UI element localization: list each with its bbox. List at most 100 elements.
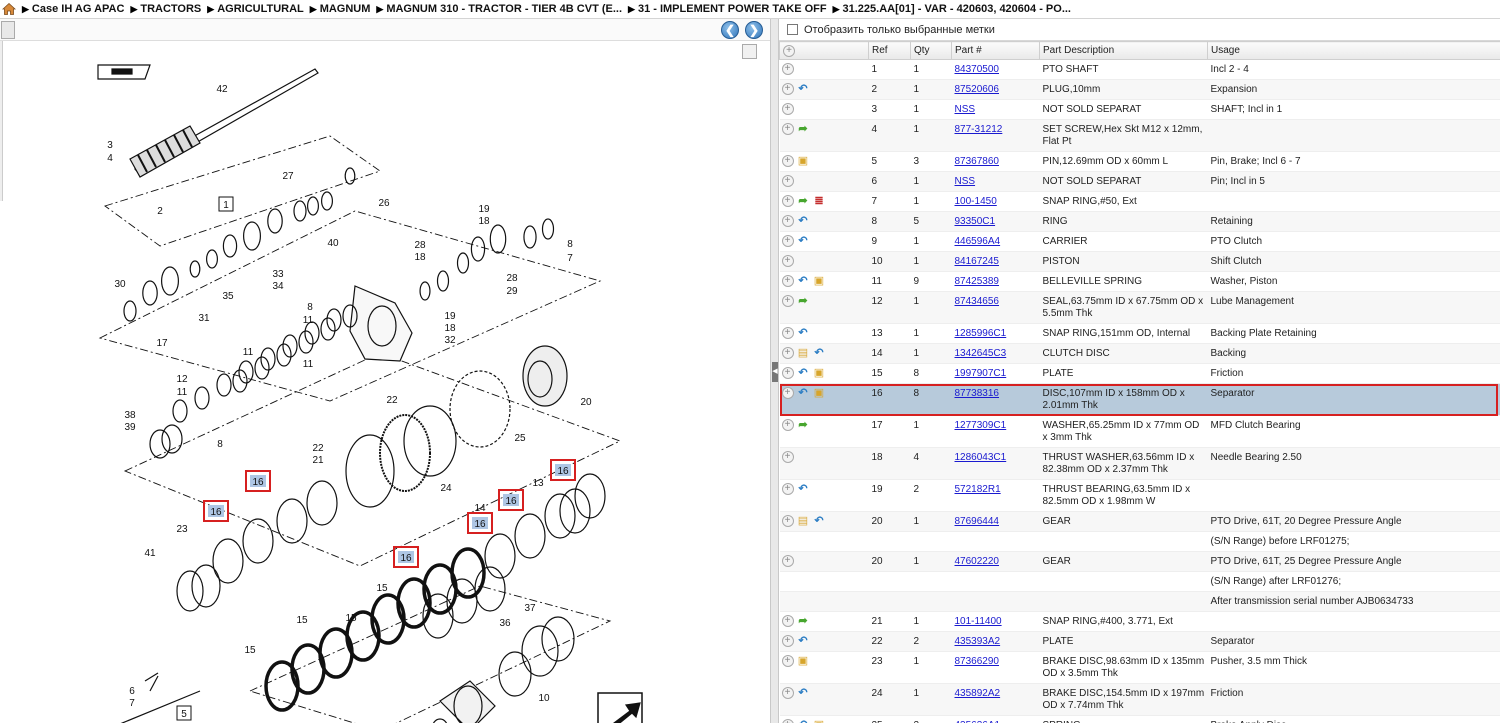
part-number-cell[interactable]: 87520606 xyxy=(951,79,1040,100)
exploded-parts-diagram[interactable]: 4234212726403334353031171918872818282919… xyxy=(0,41,770,723)
part-number-cell[interactable]: NSS xyxy=(951,99,1040,120)
add-to-cart-icon[interactable]: + xyxy=(781,327,794,339)
part-number-cell[interactable]: 435636A1 xyxy=(951,715,1040,723)
part-number-cell[interactable]: 572182R1 xyxy=(951,479,1040,512)
part-number-cell[interactable]: NSS xyxy=(951,171,1040,192)
part-number-link[interactable]: 435393A2 xyxy=(955,636,1001,647)
highlighted-callout-16[interactable]: 16 xyxy=(505,496,517,507)
back-icon[interactable]: ↶ xyxy=(813,515,826,527)
part-number-link[interactable]: NSS xyxy=(955,104,976,115)
table-row[interactable]: + ↶ ▣ 11 9 87425389 BELLEVILLE SPRING Washer, P… xyxy=(779,271,1500,292)
table-row[interactable]: (S/N Range) before LRF01275; xyxy=(779,531,1500,552)
part-number-link[interactable]: 84167245 xyxy=(955,256,1000,267)
back-icon[interactable]: ↶ xyxy=(797,635,810,647)
back-icon[interactable]: ↶ xyxy=(797,215,810,227)
add-to-cart-icon[interactable]: + xyxy=(781,635,794,647)
add-to-cart-icon[interactable]: + xyxy=(781,83,794,95)
part-number-link[interactable]: 1277309C1 xyxy=(955,420,1007,431)
add-to-cart-icon[interactable]: + xyxy=(781,419,794,431)
fwd-icon[interactable]: ➦ xyxy=(797,123,810,135)
add-to-cart-icon[interactable]: + xyxy=(781,103,794,115)
next-page-button[interactable]: ❯ xyxy=(745,21,763,39)
part-number-cell[interactable] xyxy=(951,591,1040,612)
add-to-cart-icon[interactable]: + xyxy=(781,347,794,359)
add-to-cart-icon[interactable]: + xyxy=(781,275,794,287)
add-to-cart-icon[interactable]: + xyxy=(781,687,794,699)
part-number-cell[interactable] xyxy=(951,531,1040,552)
table-row[interactable]: + ↶ 9 1 446596A4 CARRIER PTO Clutch xyxy=(779,231,1500,252)
back-icon[interactable]: ↶ xyxy=(813,347,826,359)
table-row[interactable]: + ↶ 22 2 435393A2 PLATE Separator xyxy=(779,631,1500,652)
collapse-side-button[interactable] xyxy=(1,21,15,39)
table-row[interactable]: + ➦ 21 1 101-11400 SNAP RING,#400, 3.771, Ext xyxy=(779,611,1500,632)
part-number-link[interactable]: 435892A2 xyxy=(955,688,1001,699)
table-row[interactable]: + ↶ 24 1 435892A2 BRAKE DISC,154.5mm ID x 197… xyxy=(779,683,1500,716)
fwd-icon[interactable]: ➦ xyxy=(797,419,810,431)
add-to-cart-icon[interactable]: + xyxy=(781,483,794,495)
add-to-cart-icon[interactable]: + xyxy=(781,235,794,247)
part-number-link[interactable]: 87738316 xyxy=(955,388,1000,399)
table-row[interactable]: + ↶ 2 1 87520606 PLUG,10mm Expansion xyxy=(779,79,1500,100)
add-to-cart-icon[interactable]: + xyxy=(781,367,794,379)
part-number-link[interactable]: 446596A4 xyxy=(955,236,1001,247)
back-icon[interactable]: ↶ xyxy=(797,719,810,723)
box-icon[interactable]: ▣ xyxy=(797,655,810,667)
show-selected-checkbox[interactable] xyxy=(787,24,798,35)
part-number-link[interactable]: 877-31212 xyxy=(955,124,1003,135)
part-number-cell[interactable]: 93350C1 xyxy=(951,211,1040,232)
part-number-cell[interactable]: 84370500 xyxy=(951,59,1040,80)
part-number-cell[interactable] xyxy=(951,571,1040,592)
part-number-cell[interactable]: 1285996C1 xyxy=(951,323,1040,344)
table-row[interactable]: + ↶ ▣ 15 8 1997907C1 PLATE Friction xyxy=(779,363,1500,384)
table-row[interactable]: + ↶ 8 5 93350C1 RING Retaining xyxy=(779,211,1500,232)
breadcrumb-item[interactable]: ▶ Case IH AG APAC xyxy=(22,3,124,15)
table-row[interactable]: + ▤ ↶ 20 1 87696444 GEAR PTO Drive, 61T, 20 Deg… xyxy=(779,511,1500,532)
part-number-link[interactable]: 47602220 xyxy=(955,556,1000,567)
back-icon[interactable]: ↶ xyxy=(797,367,810,379)
part-number-link[interactable]: 572182R1 xyxy=(955,484,1001,495)
table-row[interactable]: + ▣ 5 3 87367860 PIN,12.69mm OD x 60mm L Pin, … xyxy=(779,151,1500,172)
fwd-icon[interactable]: ➦ xyxy=(797,615,810,627)
table-row[interactable]: + ➦ 4 1 877-31212 SET SCREW,Hex Skt M12 x 12m… xyxy=(779,119,1500,152)
table-row[interactable]: + ▣ 23 1 87366290 BRAKE DISC,98.63mm ID x 135… xyxy=(779,651,1500,684)
add-to-cart-icon[interactable]: + xyxy=(781,195,794,207)
table-row[interactable]: +3 1 NSS NOT SOLD SEPARAT SHAFT; Incl in 1 xyxy=(779,99,1500,120)
breadcrumb-item[interactable]: ▶ 31 - IMPLEMENT POWER TAKE OFF xyxy=(628,3,827,15)
table-row[interactable]: (S/N Range) after LRF01276; xyxy=(779,571,1500,592)
part-number-cell[interactable]: 877-31212 xyxy=(951,119,1040,152)
box-icon[interactable]: ▣ xyxy=(813,275,826,287)
part-number-cell[interactable]: 446596A4 xyxy=(951,231,1040,252)
add-to-cart-icon[interactable]: + xyxy=(781,555,794,567)
highlighted-callout-16[interactable]: 16 xyxy=(210,507,222,518)
breadcrumb-item[interactable]: ▶ MAGNUM 310 - TRACTOR - TIER 4B CVT (E..… xyxy=(376,3,622,15)
part-number-cell[interactable]: 87696444 xyxy=(951,511,1040,532)
part-number-link[interactable]: 93350C1 xyxy=(955,216,996,227)
highlighted-callout-16[interactable]: 16 xyxy=(400,553,412,564)
add-to-cart-icon[interactable]: + xyxy=(781,719,794,723)
table-row-selected[interactable]: + ↶ ▣ 16 8 87738316 DISC,107mm ID x 158mm OD x… xyxy=(779,383,1500,416)
breadcrumb-item[interactable]: ▶ 31.225.AA[01] - VAR - 420603, 420604 - … xyxy=(833,3,1071,15)
add-to-cart-icon[interactable]: + xyxy=(781,515,794,527)
part-number-cell[interactable]: 87434656 xyxy=(951,291,1040,324)
part-number-link[interactable]: 87366290 xyxy=(955,656,1000,667)
part-number-cell[interactable]: 87738316 xyxy=(951,383,1040,416)
add-to-cart-icon[interactable]: + xyxy=(781,123,794,135)
breadcrumb-item[interactable]: ▶ TRACTORS xyxy=(130,3,201,15)
part-number-cell[interactable]: 87425389 xyxy=(951,271,1040,292)
breadcrumb-item[interactable]: ▶ AGRICULTURAL xyxy=(207,3,303,15)
table-row[interactable]: After transmission serial number AJB0634… xyxy=(779,591,1500,612)
part-number-cell[interactable]: 101-11400 xyxy=(951,611,1040,632)
part-number-cell[interactable]: 84167245 xyxy=(951,251,1040,272)
list-icon[interactable]: ≣ xyxy=(813,195,826,207)
highlighted-callout-16[interactable]: 16 xyxy=(557,466,569,477)
back-icon[interactable]: ↶ xyxy=(797,687,810,699)
part-number-link[interactable]: 87434656 xyxy=(955,296,1000,307)
box-icon[interactable]: ▣ xyxy=(813,719,826,723)
part-number-link[interactable]: 101-11400 xyxy=(955,616,1002,627)
box-icon[interactable]: ▣ xyxy=(797,155,810,167)
col-usage[interactable]: Usage xyxy=(1207,41,1500,60)
pane-splitter[interactable]: ◀ xyxy=(770,19,779,723)
table-row[interactable]: + ↶ 19 2 572182R1 THRUST BEARING,63.5mm ID x … xyxy=(779,479,1500,512)
part-number-cell[interactable]: 435393A2 xyxy=(951,631,1040,652)
part-number-link[interactable]: 1286043C1 xyxy=(955,452,1007,463)
